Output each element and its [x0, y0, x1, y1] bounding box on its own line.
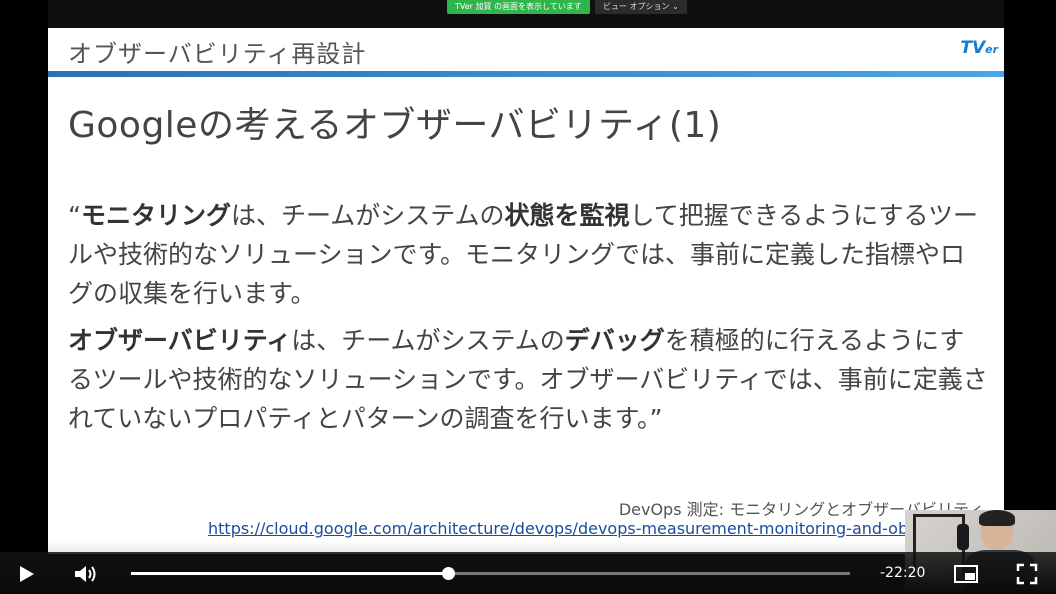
tver-logo: TVer	[960, 38, 998, 58]
volume-button[interactable]	[72, 562, 100, 586]
para1-text1: は、チームがシステムの	[230, 201, 505, 230]
term-monitoring: モニタリング	[80, 201, 231, 230]
logo-main: TV	[960, 38, 986, 58]
seek-handle[interactable]	[442, 567, 456, 580]
seek-bar[interactable]	[131, 567, 850, 580]
fullscreen-icon	[1016, 563, 1038, 585]
presenter-hair	[979, 510, 1015, 526]
term-observability: オブザーバビリティ	[68, 326, 292, 355]
open-quote: “	[68, 201, 81, 230]
slide-header-title: オブザーバビリティ再設計	[68, 40, 367, 68]
observability-definition: オブザーバビリティは、チームがシステムのデバッグを積極的に行えるようにするツール…	[68, 321, 988, 438]
seek-progress	[131, 572, 449, 575]
slide-main-title: Googleの考えるオブザーバビリティ(1)	[68, 105, 722, 146]
volume-icon	[75, 566, 96, 582]
close-quote: ”	[649, 404, 663, 433]
presentation-slide: オブザーバビリティ再設計 TVer Googleの考えるオブザーバビリティ(1)…	[48, 28, 1004, 554]
microphone	[957, 524, 969, 550]
picture-in-picture-icon	[954, 565, 978, 583]
header-divider	[48, 71, 1004, 77]
monitoring-definition: “モニタリングは、チームがシステムの状態を監視して把握できるようにするツールや技…	[68, 196, 988, 313]
video-controls: -22:20	[0, 552, 1056, 594]
para2-text1: は、チームがシステムの	[291, 326, 565, 355]
source-link[interactable]: https://cloud.google.com/architecture/de…	[208, 519, 908, 538]
fullscreen-button[interactable]	[1016, 563, 1038, 585]
logo-sub: er	[985, 43, 998, 56]
play-icon	[20, 566, 34, 582]
time-remaining: -22:20	[880, 565, 926, 581]
term-debugging: デバッグ	[564, 326, 665, 355]
play-button[interactable]	[14, 564, 38, 584]
term-state-monitoring: 状態を監視	[504, 201, 630, 230]
screen-share-bar: TVer 加賀 の画面を表示しています ビュー オプション ⌄	[48, 0, 1004, 28]
picture-in-picture-button[interactable]	[953, 563, 979, 585]
sharing-status-badge: TVer 加賀 の画面を表示しています	[447, 0, 590, 14]
view-options-button[interactable]: ビュー オプション ⌄	[595, 0, 687, 14]
